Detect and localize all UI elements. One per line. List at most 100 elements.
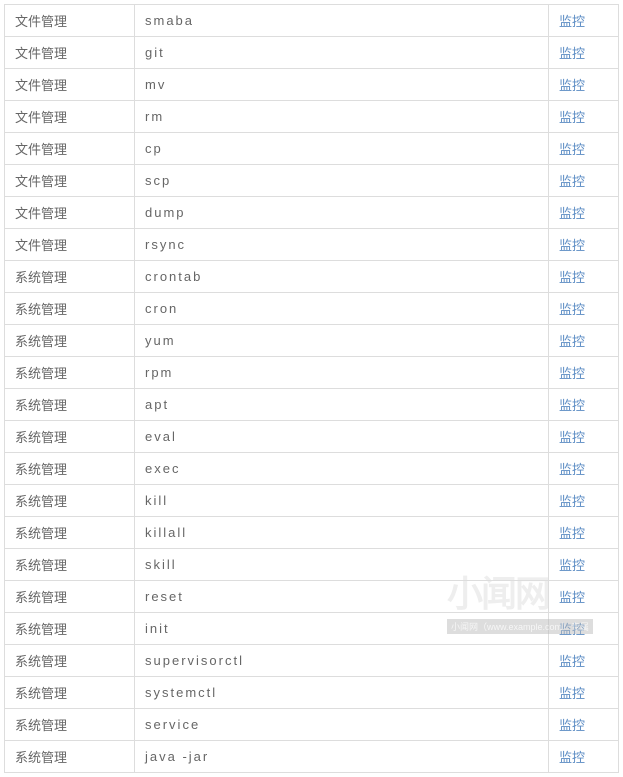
action-cell: 监控 <box>549 261 619 293</box>
action-cell: 监控 <box>549 293 619 325</box>
action-cell: 监控 <box>549 677 619 709</box>
table-row: 系统管理eval 监控 <box>5 421 619 453</box>
monitor-link[interactable]: 监控 <box>559 142 585 157</box>
monitor-link[interactable]: 监控 <box>559 430 585 445</box>
monitor-link[interactable]: 监控 <box>559 398 585 413</box>
category-cell: 系统管理 <box>5 293 135 325</box>
category-cell: 文件管理 <box>5 197 135 229</box>
monitor-link[interactable]: 监控 <box>559 238 585 253</box>
table-row: 文件管理rm监控 <box>5 101 619 133</box>
action-cell: 监控 <box>549 645 619 677</box>
action-cell: 监控 <box>549 229 619 261</box>
command-cell: yum <box>135 325 549 357</box>
monitor-link[interactable]: 监控 <box>559 174 585 189</box>
category-cell: 文件管理 <box>5 133 135 165</box>
action-cell: 监控 <box>549 133 619 165</box>
action-cell: 监控 <box>549 101 619 133</box>
category-cell: 系统管理 <box>5 677 135 709</box>
action-cell: 监控 <box>549 613 619 645</box>
category-cell: 系统管理 <box>5 645 135 677</box>
monitor-link[interactable]: 监控 <box>559 590 585 605</box>
monitor-link[interactable]: 监控 <box>559 334 585 349</box>
command-cell: init <box>135 613 549 645</box>
monitor-link[interactable]: 监控 <box>559 110 585 125</box>
monitor-link[interactable]: 监控 <box>559 654 585 669</box>
table-row: 文件管理scp 监控 <box>5 165 619 197</box>
command-cell: scp <box>135 165 549 197</box>
monitor-link[interactable]: 监控 <box>559 302 585 317</box>
table-row: 文件管理mv监控 <box>5 69 619 101</box>
category-cell: 文件管理 <box>5 5 135 37</box>
table-row: 文件管理cp 监控 <box>5 133 619 165</box>
table-row: 系统管理service 监控 <box>5 709 619 741</box>
category-cell: 系统管理 <box>5 517 135 549</box>
action-cell: 监控 <box>549 389 619 421</box>
monitor-link[interactable]: 监控 <box>559 270 585 285</box>
category-cell: 系统管理 <box>5 453 135 485</box>
category-cell: 系统管理 <box>5 613 135 645</box>
table-row: 系统管理exec 监控 <box>5 453 619 485</box>
category-cell: 系统管理 <box>5 741 135 773</box>
table-row: 系统管理crontab监控 <box>5 261 619 293</box>
category-cell: 系统管理 <box>5 357 135 389</box>
monitor-link[interactable]: 监控 <box>559 622 585 637</box>
category-cell: 文件管理 <box>5 37 135 69</box>
command-cell: systemctl <box>135 677 549 709</box>
category-cell: 系统管理 <box>5 421 135 453</box>
command-cell: apt <box>135 389 549 421</box>
category-cell: 文件管理 <box>5 165 135 197</box>
action-cell: 监控 <box>549 421 619 453</box>
command-cell: service <box>135 709 549 741</box>
category-cell: 系统管理 <box>5 261 135 293</box>
command-cell: supervisorctl <box>135 645 549 677</box>
action-cell: 监控 <box>549 517 619 549</box>
command-cell: java -jar <box>135 741 549 773</box>
category-cell: 系统管理 <box>5 485 135 517</box>
command-cell: cp <box>135 133 549 165</box>
table-row: 系统管理skill 监控 <box>5 549 619 581</box>
action-cell: 监控 <box>549 357 619 389</box>
table-row: 文件管理smaba监控 <box>5 5 619 37</box>
command-cell: git <box>135 37 549 69</box>
action-cell: 监控 <box>549 325 619 357</box>
action-cell: 监控 <box>549 581 619 613</box>
action-cell: 监控 <box>549 197 619 229</box>
monitor-link[interactable]: 监控 <box>559 46 585 61</box>
category-cell: 文件管理 <box>5 69 135 101</box>
table-row: 系统管理supervisorctl 监控 <box>5 645 619 677</box>
table-row: 系统管理killall 监控 <box>5 517 619 549</box>
monitor-link[interactable]: 监控 <box>559 494 585 509</box>
command-cell: skill <box>135 549 549 581</box>
action-cell: 监控 <box>549 741 619 773</box>
action-cell: 监控 <box>549 37 619 69</box>
monitor-link[interactable]: 监控 <box>559 686 585 701</box>
command-cell: rpm <box>135 357 549 389</box>
category-cell: 系统管理 <box>5 325 135 357</box>
command-cell: dump <box>135 197 549 229</box>
command-cell: exec <box>135 453 549 485</box>
command-cell: cron <box>135 293 549 325</box>
category-cell: 系统管理 <box>5 549 135 581</box>
monitor-link[interactable]: 监控 <box>559 462 585 477</box>
monitor-link[interactable]: 监控 <box>559 206 585 221</box>
monitor-link[interactable]: 监控 <box>559 14 585 29</box>
table-row: 系统管理java -jar 监控 <box>5 741 619 773</box>
action-cell: 监控 <box>549 69 619 101</box>
command-cell: eval <box>135 421 549 453</box>
monitor-link[interactable]: 监控 <box>559 366 585 381</box>
commands-table: 文件管理smaba监控文件管理git监控文件管理mv监控文件管理rm监控文件管理… <box>4 4 619 773</box>
monitor-link[interactable]: 监控 <box>559 558 585 573</box>
action-cell: 监控 <box>549 165 619 197</box>
table-row: 文件管理git 监控 <box>5 37 619 69</box>
monitor-link[interactable]: 监控 <box>559 78 585 93</box>
monitor-link[interactable]: 监控 <box>559 526 585 541</box>
table-row: 文件管理dump 监控 <box>5 197 619 229</box>
monitor-link[interactable]: 监控 <box>559 750 585 765</box>
category-cell: 系统管理 <box>5 709 135 741</box>
table-row: 系统管理reset监控 <box>5 581 619 613</box>
table-row: 文件管理rsync监控 <box>5 229 619 261</box>
action-cell: 监控 <box>549 549 619 581</box>
command-cell: killall <box>135 517 549 549</box>
table-row: 系统管理rpm 监控 <box>5 357 619 389</box>
monitor-link[interactable]: 监控 <box>559 718 585 733</box>
